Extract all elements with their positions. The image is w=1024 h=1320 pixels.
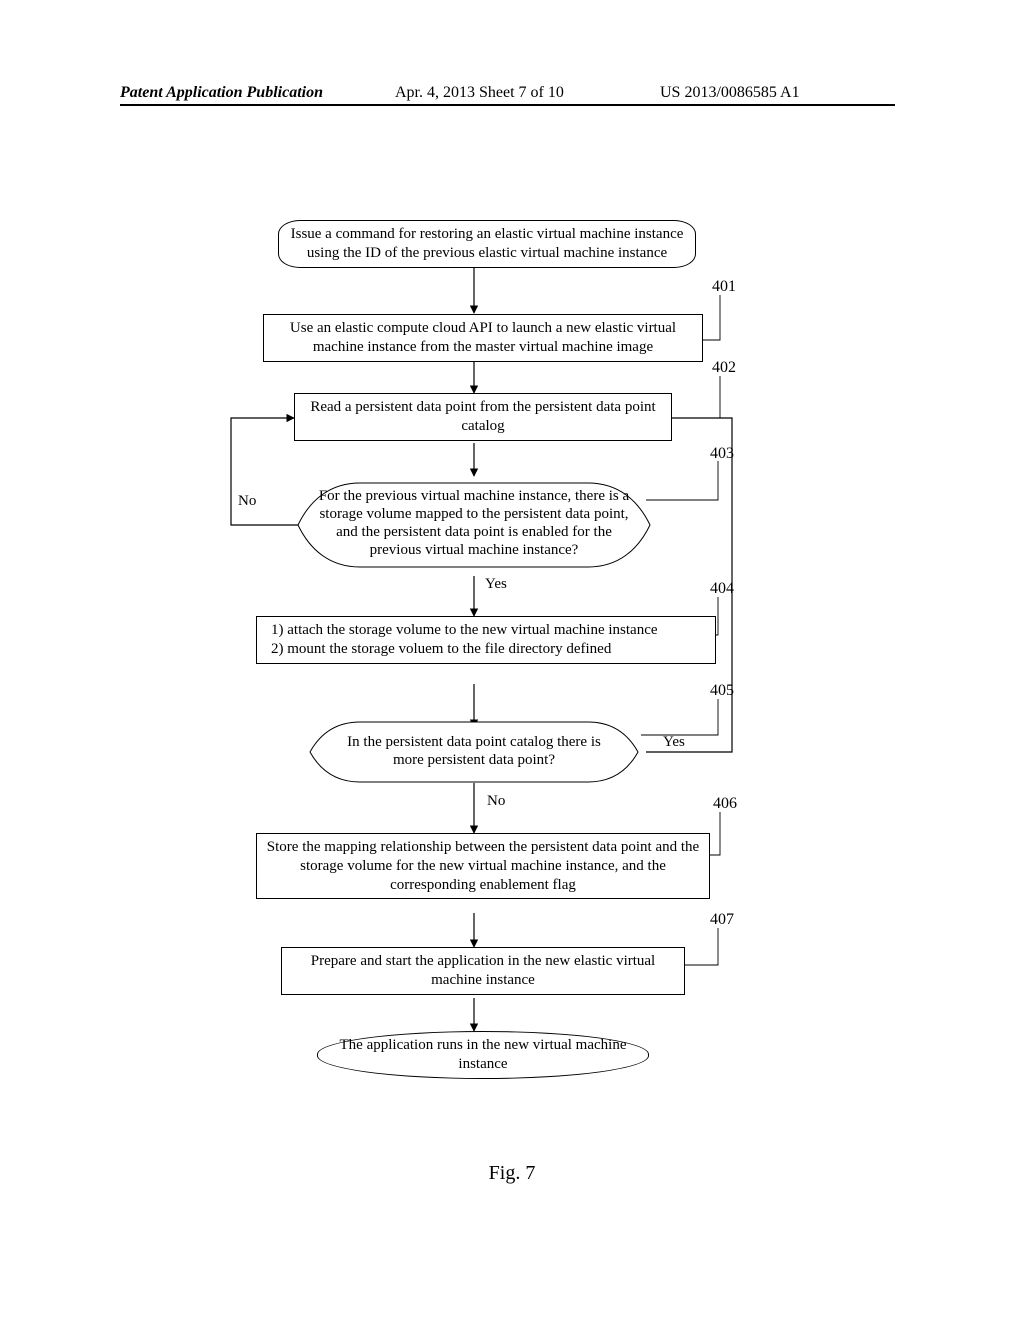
header-pubnum: US 2013/0086585 A1 <box>660 84 800 102</box>
node-405: In the persistent data point catalog the… <box>334 733 614 769</box>
ref-403: 403 <box>710 445 734 463</box>
header-date-sheet: Apr. 4, 2013 Sheet 7 of 10 <box>395 84 564 102</box>
label-405-yes: Yes <box>663 734 685 751</box>
node-end: The application runs in the new virtual … <box>317 1031 649 1079</box>
ref-404: 404 <box>710 580 734 598</box>
ref-401: 401 <box>712 278 736 296</box>
header-publication: Patent Application Publication <box>120 84 323 102</box>
node-404: 1) attach the storage volume to the new … <box>256 616 716 664</box>
ref-402: 402 <box>712 359 736 377</box>
ref-405: 405 <box>710 682 734 700</box>
page: Patent Application Publication Apr. 4, 2… <box>0 0 1024 1320</box>
label-403-no: No <box>238 493 256 510</box>
ref-407: 407 <box>710 911 734 929</box>
label-403-yes: Yes <box>485 576 507 593</box>
node-402: Read a persistent data point from the pe… <box>294 393 672 441</box>
node-407: Prepare and start the application in the… <box>281 947 685 995</box>
node-401: Use an elastic compute cloud API to laun… <box>263 314 703 362</box>
node-406: Store the mapping relationship between t… <box>256 833 710 899</box>
figure-caption: Fig. 7 <box>0 1162 1024 1185</box>
label-405-no: No <box>487 793 505 810</box>
header-rule <box>120 104 895 106</box>
ref-406: 406 <box>713 795 737 813</box>
node-start: Issue a command for restoring an elastic… <box>278 220 696 268</box>
node-403: For the previous virtual machine instanc… <box>313 487 635 559</box>
